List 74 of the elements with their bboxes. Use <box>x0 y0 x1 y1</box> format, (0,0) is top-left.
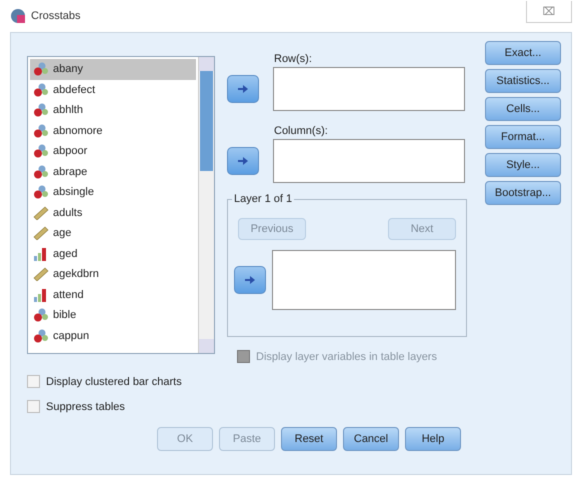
checkbox[interactable] <box>27 375 40 388</box>
nominal-variable-icon <box>33 164 49 179</box>
nominal-variable-icon <box>33 308 49 322</box>
window-title: Crosstabs <box>31 10 82 22</box>
variable-name: attend <box>53 288 84 301</box>
nominal-variable-icon <box>33 82 49 97</box>
variable-name: abhlth <box>53 104 83 116</box>
move-to-rows-button[interactable] <box>227 75 259 103</box>
nominal-variable-icon <box>33 144 49 158</box>
bar-chart-icon <box>33 288 49 302</box>
variable-name: abrape <box>53 166 88 178</box>
option-label: Display layer variables in table layers <box>256 350 437 362</box>
side-button[interactable]: Exact... <box>485 41 561 65</box>
move-to-layer-button[interactable] <box>234 266 266 294</box>
variable-item[interactable]: abrape <box>30 162 196 182</box>
nominal-variable-icon <box>33 62 49 76</box>
layer-field[interactable] <box>272 250 456 310</box>
option-label: Display clustered bar charts <box>46 376 182 388</box>
variable-name: absingle <box>53 186 94 198</box>
side-button[interactable]: Format... <box>485 125 561 149</box>
ruler-icon <box>33 267 49 282</box>
variable-name: cappun <box>53 330 90 342</box>
variable-name: abany <box>53 63 83 76</box>
variable-name: agekdbrn <box>53 268 99 280</box>
option-checkbox[interactable]: Suppress tables <box>27 400 561 413</box>
variable-item[interactable]: agekdbrn <box>30 264 196 284</box>
variable-item[interactable]: adults <box>30 202 196 223</box>
dialog-button[interactable]: Cancel <box>343 427 399 451</box>
option-label: Suppress tables <box>46 400 125 412</box>
layer-title: Layer 1 of 1 <box>232 193 294 205</box>
variable-name: adults <box>53 206 82 219</box>
dialog-button[interactable]: Help <box>405 427 461 451</box>
variable-item[interactable]: cappun <box>30 326 196 346</box>
app-icon <box>10 8 26 24</box>
bar-chart-icon <box>33 246 49 261</box>
arrow-icon <box>245 276 255 284</box>
variable-item[interactable]: bible <box>30 305 196 326</box>
variable-item[interactable]: absingle <box>30 182 196 202</box>
scrollbar[interactable] <box>198 57 214 353</box>
checkbox[interactable] <box>27 400 40 413</box>
side-button[interactable]: Style... <box>485 153 561 177</box>
ruler-icon <box>33 206 49 220</box>
rows-field[interactable] <box>273 67 465 111</box>
variable-item[interactable]: abnomore <box>30 120 196 141</box>
variable-item[interactable]: abpoor <box>30 141 196 162</box>
rows-label: Row(s): <box>274 53 313 67</box>
arrow-icon <box>238 157 248 165</box>
option-checkbox[interactable]: Display clustered bar charts <box>27 375 561 388</box>
columns-label: Column(s): <box>274 125 329 139</box>
variable-name: aged <box>53 248 78 260</box>
variable-item[interactable]: aged <box>30 244 196 264</box>
variable-name: abdefect <box>53 84 96 96</box>
close-button[interactable]: ⌧ <box>526 1 572 23</box>
variable-name: age <box>53 227 72 240</box>
variable-name: abpoor <box>53 145 88 158</box>
side-button[interactable]: Cells... <box>485 97 561 121</box>
variable-item[interactable]: abhlth <box>30 100 196 120</box>
nominal-variable-icon <box>33 328 49 343</box>
variable-item[interactable]: abany <box>30 59 196 80</box>
nominal-variable-icon <box>33 124 49 138</box>
move-to-columns-button[interactable] <box>227 147 259 175</box>
arrow-icon <box>238 85 248 93</box>
nominal-variable-icon <box>33 185 49 200</box>
variable-name: bible <box>53 309 76 322</box>
variable-name: abnomore <box>53 124 103 137</box>
side-button[interactable]: Statistics... <box>485 69 561 93</box>
variable-item[interactable]: attend <box>30 284 196 305</box>
columns-field[interactable] <box>273 139 465 183</box>
dialog-button[interactable]: Reset <box>281 427 337 451</box>
variable-item[interactable]: age <box>30 223 196 244</box>
nominal-variable-icon <box>33 103 49 118</box>
ruler-icon <box>33 226 49 240</box>
variable-item[interactable]: abdefect <box>30 80 196 100</box>
side-button[interactable]: Bootstrap... <box>485 181 561 205</box>
